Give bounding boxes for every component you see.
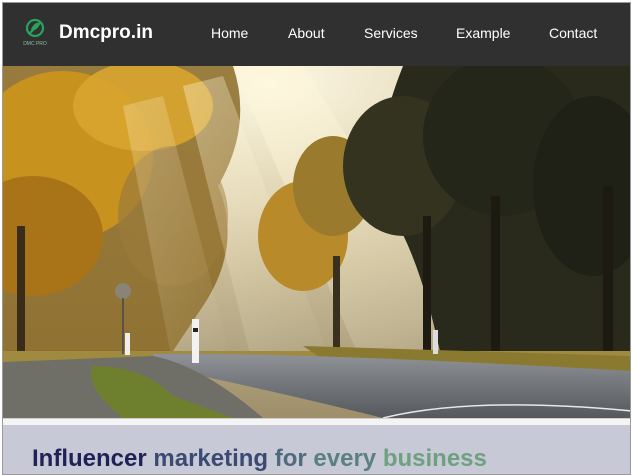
leaf-logo-icon[interactable]: DMC PRO <box>23 17 47 47</box>
nav-about[interactable]: About <box>288 25 325 41</box>
hero-image <box>3 66 630 418</box>
logo-caption: DMC PRO <box>23 41 47 47</box>
intro-section: Influencer marketing for every business <box>3 425 630 474</box>
nav-example[interactable]: Example <box>456 25 510 41</box>
headline-word-2: marketing <box>153 445 269 472</box>
navbar: DMC PRO Dmcpro.in Home About Services Ex… <box>3 3 630 66</box>
brand-name[interactable]: Dmcpro.in <box>59 22 153 44</box>
hero-illustration <box>3 66 630 418</box>
headline: Influencer marketing for every business <box>32 445 487 473</box>
headline-word-5: business <box>382 445 487 472</box>
headline-word-3: for <box>274 445 307 472</box>
headline-word-4: every <box>313 445 377 472</box>
nav-services[interactable]: Services <box>364 25 418 41</box>
headline-word-1: Influencer <box>32 445 147 472</box>
hero-divider <box>3 418 630 425</box>
nav-home[interactable]: Home <box>211 25 248 41</box>
browser-viewport: DMC PRO Dmcpro.in Home About Services Ex… <box>2 2 631 475</box>
nav-contact[interactable]: Contact <box>549 25 597 41</box>
